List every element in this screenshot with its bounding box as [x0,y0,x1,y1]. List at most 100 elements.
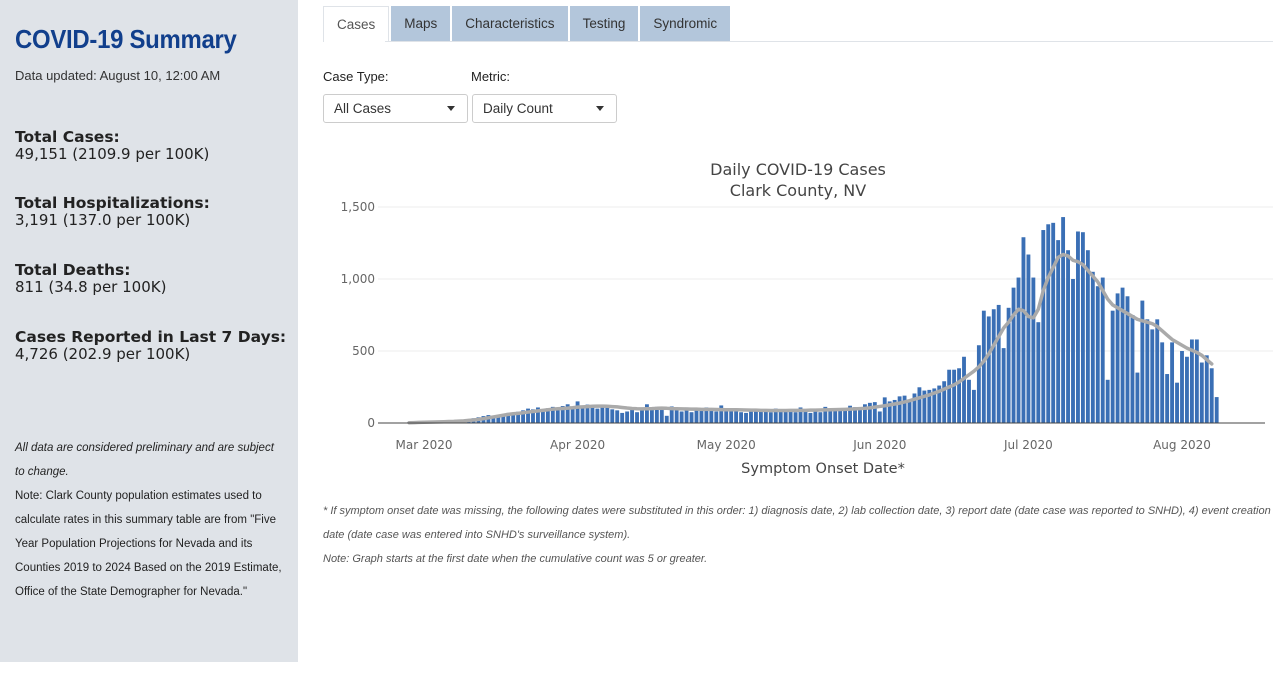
bar [739,412,743,423]
stat-value: 4,726 (202.9 per 100K) [15,345,191,363]
bar [1214,397,1219,423]
x-axis-title: Symptom Onset Date* [741,461,905,477]
tab-maps[interactable]: Maps [391,6,451,42]
bar [967,379,971,423]
bar [625,411,630,423]
y-tick-label: 0 [367,416,375,430]
bar [986,316,991,423]
bar [877,411,882,423]
stat-label: Total Deaths: [15,261,131,279]
y-tick-label: 1,000 [341,272,375,286]
case-type-dropdown[interactable]: All Cases [323,94,468,123]
bar [635,412,639,423]
x-tick-label: Jun 2020 [852,438,906,452]
footnote-graph-start: Note: Graph starts at the first date whe… [323,553,708,565]
bar [981,310,986,423]
bar [664,415,669,423]
bar [917,387,922,423]
bar [659,410,664,423]
metric-value: Daily Count [483,101,553,116]
stat-value: 811 (34.8 per 100K) [15,278,167,296]
bar [1204,355,1209,423]
stat-label: Total Hospitalizations: [15,194,210,212]
chevron-down-icon [447,106,455,111]
bar [907,401,912,423]
bar [1185,356,1189,423]
x-tick-label: May 2020 [697,438,756,452]
bar [843,410,848,423]
bar [575,401,580,423]
bar [971,389,976,423]
bar [729,409,734,423]
bar [570,407,575,423]
stat-label: Total Cases: [15,128,120,146]
bar [867,402,872,423]
bar [962,356,966,423]
chart-bars [387,217,1219,423]
bar [991,309,996,423]
bar [605,407,610,423]
tab-testing[interactable]: Testing [569,6,639,42]
bar [1100,277,1105,423]
bar [902,395,907,423]
bar [1051,222,1056,423]
chart-gridlines [378,206,1273,352]
summary-sidebar: COVID-19 Summary Data updated: August 10… [0,0,298,662]
bar [734,410,739,423]
bar [1036,322,1041,423]
bar [1160,342,1165,423]
bar [1135,372,1140,423]
bar [768,412,773,423]
bar [952,369,957,423]
chart-title: Daily COVID-19 Cases [710,160,886,179]
bar [600,406,605,423]
metric-label: Metric: [471,69,510,84]
x-tick-label: Aug 2020 [1153,438,1211,452]
bar [1090,271,1095,423]
tab-cases[interactable]: Cases [323,6,390,42]
chevron-down-icon [596,106,604,111]
bar [674,408,679,423]
bar [1026,254,1031,423]
bar [1071,279,1075,423]
x-tick-label: Jul 2020 [1003,438,1053,452]
data-updated-text: Data updated: August 10, 12:00 AM [15,68,221,83]
bar [699,409,704,423]
stat-label: Cases Reported in Last 7 Days: [15,328,287,346]
bar [897,396,902,423]
bar [818,412,823,423]
x-tick-label: Mar 2020 [396,438,453,452]
chart-subtitle: Clark County, NV [730,181,866,200]
bar [679,411,684,423]
sidebar-title: COVID-19 Summary [15,24,237,54]
metric-dropdown[interactable]: Daily Count [472,94,617,123]
bar [590,405,595,423]
bar [1105,379,1110,423]
bar [689,412,694,423]
bar [1180,351,1184,423]
bar [1046,224,1051,423]
stat-total-hospitalizations: Total Hospitalizations: 3,191 (137.0 per… [15,194,210,229]
bar [1001,348,1006,423]
bar [640,410,644,423]
bar [1199,362,1204,423]
tab-syndromic[interactable]: Syndromic [640,6,731,42]
bar [555,408,560,423]
preliminary-note: All data are considered preliminary and … [15,442,274,478]
bar [749,410,753,423]
daily-cases-chart: Daily COVID-19 Cases Clark County, NV 0 5… [341,160,1273,477]
tab-divider [385,41,1273,42]
bar [610,409,615,423]
bar [620,412,625,423]
bar [724,410,729,423]
bar [976,345,981,423]
bar [1011,287,1016,423]
sidebar-notes: All data are considered preliminary and … [15,436,285,604]
tab-characteristics[interactable]: Characteristics [452,6,568,42]
bar [694,410,699,423]
bar [882,397,887,423]
bar [1110,310,1115,423]
bar [1165,374,1170,423]
bar [1066,250,1070,423]
bar [1209,368,1214,423]
